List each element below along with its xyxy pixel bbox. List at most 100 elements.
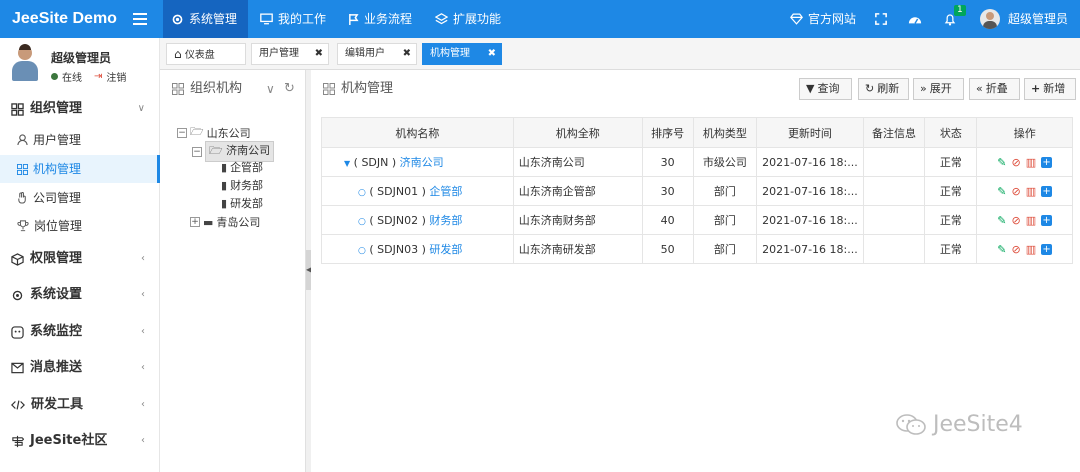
tree-node-yanfa[interactable]: ▮ 研发部	[221, 195, 263, 211]
table-row[interactable]: ○ ( SDJN02 ) 财务部 山东济南财务部 40 部门 2021-07-1…	[321, 205, 1073, 235]
tree-node-qiguan[interactable]: ▮ 企管部	[221, 159, 263, 175]
edit-icon[interactable]: ✎	[997, 214, 1006, 227]
tab-dashboard[interactable]: ⌂ 仪表盘	[166, 43, 246, 65]
hamburger-icon[interactable]	[133, 10, 147, 28]
chevron-down-icon[interactable]: ∨	[266, 82, 275, 96]
disable-icon[interactable]: ⊘	[1012, 214, 1021, 227]
diamond-icon	[790, 13, 803, 25]
add-child-icon[interactable]: +	[1041, 156, 1053, 168]
col-header[interactable]: 机构全称	[512, 117, 643, 148]
dashboard-button[interactable]	[908, 0, 922, 38]
tree-node-caiwu[interactable]: ▮ 财务部	[221, 177, 263, 193]
refresh-icon[interactable]: ↻	[284, 81, 295, 96]
expand-button[interactable]: » 展开	[913, 78, 964, 100]
tab-edit-user[interactable]: 编辑用户 ✖	[337, 43, 417, 65]
topnav-item-workflow[interactable]: 业务流程	[340, 0, 420, 38]
trash-icon[interactable]: ▥	[1026, 156, 1036, 169]
sidebar-item-users[interactable]: 用户管理	[0, 126, 160, 154]
sidebar-group-devtools[interactable]: 研发工具 ‹	[0, 391, 159, 419]
fullscreen-icon	[875, 13, 887, 25]
edit-icon[interactable]: ✎	[997, 156, 1006, 169]
trash-icon[interactable]: ▥	[1026, 185, 1036, 198]
sidebar-item-org-management[interactable]: 机构管理	[0, 155, 160, 183]
sidebar-group-monitor[interactable]: 系统监控 ‹	[0, 318, 159, 346]
flag-icon	[349, 13, 359, 25]
close-icon[interactable]: ✖	[403, 44, 411, 64]
sort-cell: 30	[641, 176, 694, 206]
disable-icon[interactable]: ⊘	[1012, 243, 1021, 256]
trash-icon[interactable]: ▥	[1026, 243, 1036, 256]
disable-icon[interactable]: ⊘	[1012, 185, 1021, 198]
close-icon[interactable]: ✖	[488, 44, 496, 64]
tree-node-label: 财务部	[230, 179, 264, 192]
org-name-link[interactable]: 财务部	[429, 214, 462, 227]
sidebar-group-label: 系统监控	[30, 324, 83, 339]
col-header[interactable]: 更新时间	[756, 117, 864, 148]
org-name-link[interactable]: 企管部	[429, 185, 462, 198]
tree-node-qingdao[interactable]: + ▬ 青岛公司	[190, 214, 260, 230]
edit-icon[interactable]: ✎	[997, 185, 1006, 198]
sidebar-group-settings[interactable]: 系统设置 ‹	[0, 281, 159, 309]
topnav-item-system[interactable]: 系统管理	[163, 0, 248, 38]
collapse-icon[interactable]: −	[192, 146, 202, 157]
query-button[interactable]: ▼ 查询	[799, 78, 852, 100]
sidebar-group-community[interactable]: JeeSite社区 ‹	[0, 427, 159, 455]
folder-icon: ▬	[203, 215, 214, 229]
col-header[interactable]: 排序号	[641, 117, 694, 148]
org-name-link[interactable]: 济南公司	[400, 156, 444, 169]
expand-icon[interactable]: +	[190, 217, 200, 227]
sidebar-item-company[interactable]: 公司管理	[0, 184, 160, 212]
official-site-link[interactable]: 官方网站	[790, 0, 856, 38]
tree-node-label: 企管部	[230, 161, 264, 174]
org-name-cell: ○ ( SDJN02 ) 财务部	[321, 205, 514, 235]
topnav-item-label: 扩展功能	[453, 12, 502, 26]
add-label: 新增	[1043, 82, 1066, 95]
tab-user-management[interactable]: 用户管理 ✖	[251, 43, 329, 65]
sidebar-group-permissions[interactable]: 权限管理 ‹	[0, 245, 159, 273]
sidebar-group-messages[interactable]: 消息推送 ‹	[0, 354, 159, 382]
user-avatar	[10, 44, 40, 82]
tree-node-label: 济南公司	[226, 144, 271, 157]
user-status: 在线 ⇥ 注销	[51, 69, 126, 84]
table-row[interactable]: ○ ( SDJN03 ) 研发部 山东济南研发部 50 部门 2021-07-1…	[321, 234, 1073, 264]
logout-link[interactable]: 注销	[106, 69, 126, 84]
add-button[interactable]: + 新增	[1024, 78, 1076, 100]
caret-down-icon[interactable]: ▼	[344, 159, 350, 168]
table-row[interactable]: ○ ( SDJN01 ) 企管部 山东济南企管部 30 部门 2021-07-1…	[321, 176, 1073, 206]
refresh-label: 刷新	[877, 82, 900, 95]
logout-icon[interactable]: ⇥	[94, 71, 102, 82]
add-child-icon[interactable]: +	[1041, 214, 1053, 226]
sidebar-group-org[interactable]: 组织管理 ∨	[0, 95, 159, 123]
org-name-link[interactable]: 研发部	[429, 243, 462, 256]
user-menu-name: 超级管理员	[1008, 12, 1069, 26]
col-header[interactable]: 机构类型	[692, 117, 758, 148]
org-code: ( SDJN01 )	[369, 185, 426, 198]
tree-node-shandong[interactable]: − 🗁 山东公司	[177, 123, 251, 142]
topnav-item-extensions[interactable]: 扩展功能	[427, 0, 509, 38]
edit-icon[interactable]: ✎	[997, 243, 1006, 256]
col-header[interactable]: 机构名称	[321, 117, 514, 148]
col-header[interactable]: 备注信息	[862, 117, 926, 148]
refresh-button[interactable]: ↻ 刷新	[858, 78, 909, 100]
sidebar-group-label: JeeSite社区	[30, 433, 108, 448]
sidebar-item-positions[interactable]: 岗位管理	[0, 212, 160, 240]
col-header[interactable]: 状态	[924, 117, 978, 148]
leaf-circle-icon: ○	[358, 217, 366, 227]
user-menu[interactable]: 超级管理员	[980, 0, 1068, 38]
remarks-cell	[862, 147, 926, 177]
topnav-item-work[interactable]: 我的工作	[252, 0, 334, 38]
collapse-icon[interactable]: −	[177, 127, 187, 138]
collapse-button[interactable]: « 折叠	[969, 78, 1020, 100]
add-child-icon[interactable]: +	[1041, 185, 1053, 197]
tab-org-management[interactable]: 机构管理 ✖	[422, 43, 502, 65]
collapse-label: 折叠	[985, 82, 1008, 95]
add-child-icon[interactable]: +	[1041, 243, 1053, 255]
watermark: JeeSite4	[895, 412, 1023, 437]
fullscreen-button[interactable]	[875, 0, 887, 38]
tree-node-label: 青岛公司	[216, 216, 261, 229]
trash-icon[interactable]: ▥	[1026, 214, 1036, 227]
disable-icon[interactable]: ⊘	[1012, 156, 1021, 169]
chevron-left-icon: ‹	[141, 326, 145, 337]
table-row[interactable]: ▼ ( SDJN ) 济南公司 山东济南公司 30 市级公司 2021-07-1…	[321, 147, 1073, 177]
close-icon[interactable]: ✖	[315, 44, 323, 64]
